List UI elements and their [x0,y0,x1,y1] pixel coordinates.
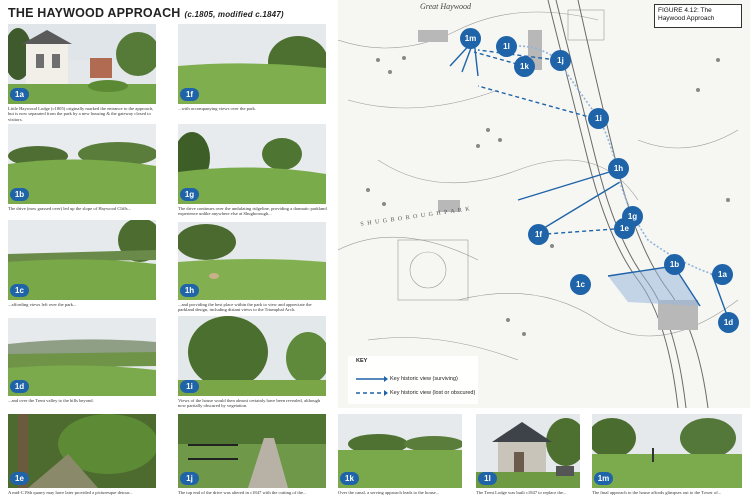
map-marker-1h: 1h [608,158,629,179]
caption-1d: ...and over the Trent valley to the hill… [8,398,94,403]
photo-badge: 1i [180,380,199,393]
map-linework [338,0,739,408]
map-key: KEY Key historic view (surviving) Key hi… [348,356,478,404]
photo-badge: 1f [180,88,199,101]
photo-badge: 1b [10,188,29,201]
map-marker-1b: 1b [664,254,685,275]
map-marker-1k: 1k [514,56,535,77]
photo-1j: 1j [178,414,326,488]
photo-1k: 1k [338,414,462,488]
photo-badge: 1j [180,472,199,485]
photo-1i-image [178,316,326,396]
caption-1m: The final approach to the house affords … [592,490,722,495]
photo-1e-image [8,414,156,488]
photo-1j-image [178,414,326,488]
caption-1i: Views of the house would then almost cer… [178,398,321,409]
photo-1d-image [8,318,156,396]
photo-1f-image [178,24,326,104]
photo-1h: 1h [178,222,326,300]
map-marker-1j: 1j [550,50,571,71]
photo-badge: 1l [478,472,497,485]
figure-label: FIGURE 4.12: The Haywood Approach [654,4,742,28]
photo-1g: 1g [178,124,326,204]
map-marker-1m: 1m [460,28,481,49]
photo-1c-image [8,220,156,300]
map-place-label: Great Haywood [420,2,472,11]
photo-badge: 1g [180,188,199,201]
photo-badge: 1k [340,472,359,485]
key-surviving-label: Key historic view (surviving) [390,376,458,382]
photo-1b-image [8,124,156,204]
caption-1h: ...and providing the best place within t… [178,302,312,313]
photo-1g-image [178,124,326,204]
caption-1f: ...with accompanying views over the park… [178,106,256,111]
caption-1j: The top end of the drive was altered in … [178,490,307,495]
caption-1g: The drive continues over the undulating … [178,206,327,217]
map-marker-1i: 1i [588,108,609,129]
photo-1h-image [178,222,326,300]
photo-1a: 1a [8,24,156,104]
photo-1b: 1b [8,124,156,204]
photo-badge: 1c [10,284,29,297]
historic-map: 1a 1b 1c 1d 1e 1f 1g 1h 1i 1j 1k 1l 1m [338,0,750,408]
caption-1c: ...affording views left over the park... [8,302,77,307]
photo-1e: 1e [8,414,156,488]
map-marker-1g: 1g [622,206,643,227]
photo-1m: 1m [592,414,742,488]
photo-1i: 1i [178,316,326,396]
photo-badge: 1d [10,380,29,393]
caption-1k: Over the canal, a serving approach leads… [338,490,440,495]
photo-1d: 1d [8,318,156,396]
page-subtitle: (c.1805, modified c.1847) [184,10,284,19]
caption-1b: The drive (now grassed over) led up the … [8,206,132,211]
page-title: THE HAYWOOD APPROACH (c.1805, modified c.… [8,6,284,20]
photo-1m-image [592,414,742,488]
photo-badge: 1e [10,472,29,485]
caption-1e: A mid-C19th quarry may have later provid… [8,490,133,495]
photo-1a-image [8,24,156,104]
map-marker-1l: 1l [496,36,517,57]
map-marker-1f: 1f [528,224,549,245]
figure-label-line1: FIGURE 4.12: The [658,7,712,14]
photo-1f: 1f [178,24,326,104]
photo-1c: 1c [8,220,156,300]
caption-1l: The Trent Lodge was built c1847 to repla… [476,490,567,495]
photo-badge: 1h [180,284,199,297]
map-marker-1c: 1c [570,274,591,295]
key-lost-label: Key historic view (lost or obscured) [390,390,476,396]
photo-badge: 1m [594,472,613,485]
map-marker-1d: 1d [718,312,739,333]
photo-1l: 1l [476,414,580,488]
map-marker-1a: 1a [712,264,733,285]
photo-badge: 1a [10,88,29,101]
caption-1a: Little Haywood Lodge (c1805) originally … [8,106,154,122]
figure-label-line2: Haywood Approach [658,15,715,22]
